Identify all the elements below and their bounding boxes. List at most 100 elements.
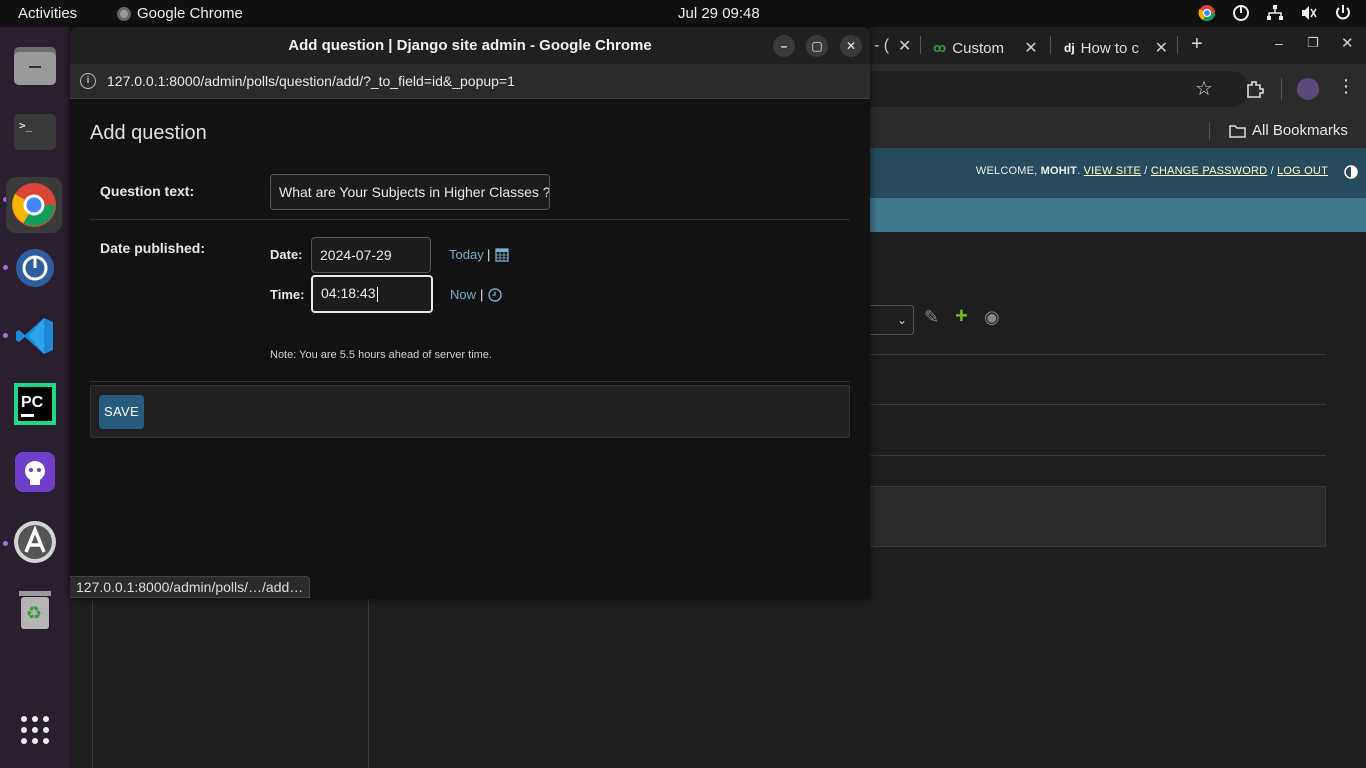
view-eye-icon[interactable]: ◉ [984,307,1000,328]
bookmarks-bar: All Bookmarks [869,114,1366,148]
popup-title-bar[interactable]: Add question | Django site admin - Googl… [70,27,870,64]
toolbar-divider [1281,78,1282,100]
extensions-icon[interactable] [1245,79,1265,99]
tab-label: How to c [1080,39,1140,57]
timer-app-icon[interactable] [12,245,58,291]
maximize-icon[interactable]: ❐ [1307,35,1319,51]
chrome-icon[interactable] [6,177,62,233]
date-label: Date: [270,247,303,262]
divider [869,404,1326,405]
profile-avatar[interactable] [1297,78,1319,100]
system-tray[interactable] [1198,4,1352,22]
terminal-icon[interactable]: >_ [12,109,58,155]
separator: | [480,287,484,302]
close-icon[interactable]: ✕ [840,35,862,57]
clock[interactable]: Jul 29 09:48 [678,5,760,22]
network-icon[interactable] [1266,4,1284,22]
clock-icon[interactable] [488,288,502,302]
related-select[interactable]: ⌄ [869,305,914,335]
svg-text:PC: PC [21,394,44,411]
divider [869,455,1326,456]
popup-url-bar[interactable]: i 127.0.0.1:8000/admin/polls/question/ad… [70,64,870,99]
menu-kebab-icon[interactable]: ⋮ [1337,76,1355,97]
separator: | [487,247,491,262]
edit-pencil-icon[interactable]: ✎ [924,307,939,328]
folder-icon [1229,124,1246,138]
chrome-small-icon [117,6,131,21]
add-question-form: Add question Question text: What are You… [70,99,870,599]
svg-text:>_: >_ [19,119,33,132]
tab-strip: - ( ✕ ꝏ Custom 7 ✕ dj How to c ✕ + – ❐ ✕ [869,27,1366,64]
minimize-icon[interactable]: – [1275,35,1283,51]
geeks-icon: ꝏ [933,41,947,55]
calendar-icon[interactable] [495,247,509,262]
app-grid-icon[interactable] [12,707,58,753]
change-password-link[interactable]: CHANGE PASSWORD [1151,165,1267,177]
files-icon[interactable] [12,42,58,88]
maximize-icon[interactable]: ▢ [806,35,828,57]
minimize-icon[interactable]: – [773,35,795,57]
view-site-link[interactable]: VIEW SITE [1084,165,1141,177]
tab-divider [1177,36,1178,54]
time-input[interactable]: 04:18:43 [311,275,433,313]
status-url: 127.0.0.1:8000/admin/polls/…/add… [76,579,304,595]
time-label: Time: [270,287,305,302]
row-divider [90,381,850,382]
django-admin-header: WELCOME, MOHIT. VIEW SITE / CHANGE PASSW… [869,148,1366,198]
date-input[interactable]: 2024-07-29 [311,237,431,273]
link-status-bar: 127.0.0.1:8000/admin/polls/…/add… [70,576,311,598]
separator: / [1141,165,1151,177]
app-menu-label: Google Chrome [137,5,243,22]
add-plus-icon[interactable]: + [955,303,968,329]
app-menu[interactable]: Google Chrome [117,5,243,22]
divider [869,354,1326,355]
separator: / [1267,165,1278,177]
log-out-link[interactable]: LOG OUT [1277,165,1328,177]
now-link[interactable]: Now [450,287,476,302]
bookmarks-divider [1209,122,1210,140]
theme-toggle-icon[interactable] [1344,165,1358,179]
today-link[interactable]: Today [449,247,484,262]
tab-close-icon[interactable]: ✕ [1155,38,1168,58]
submit-row: SAVE [90,385,850,438]
system-top-bar: Activities Google Chrome Jul 29 09:48 [0,0,1366,27]
volume-muted-icon[interactable] [1300,4,1318,22]
vscode-icon[interactable] [12,313,58,359]
new-tab-icon[interactable]: + [1191,33,1203,56]
timer-tray-icon[interactable] [1232,4,1250,22]
pycharm-icon[interactable]: PC [12,381,58,427]
save-button[interactable]: SAVE [99,395,144,429]
running-indicator [3,333,8,338]
bookmark-star-icon[interactable]: ☆ [1195,76,1213,101]
tab-how-to[interactable]: dj How to c ✕ [1064,38,1168,58]
question-text-label: Question text: [100,183,195,199]
trash-icon[interactable]: ♻ [12,587,58,633]
tab-close-icon[interactable]: ✕ [1024,38,1037,58]
tab-label: Custom 7 [952,39,1008,57]
time-value: 04:18:43 [321,285,376,301]
username: MOHIT [1040,165,1078,177]
user-tools: WELCOME, MOHIT. VIEW SITE / CHANGE PASSW… [976,165,1328,177]
tab-custom[interactable]: ꝏ Custom 7 ✕ [933,38,1038,58]
date-published-label: Date published: [100,240,206,256]
activities-button[interactable]: Activities [18,5,77,22]
power-icon[interactable] [1334,4,1352,22]
popup-url: 127.0.0.1:8000/admin/polls/question/add/… [107,73,515,89]
software-updater-icon[interactable] [12,519,58,565]
question-text-input[interactable]: What are Your Subjects in Higher Classes… [270,174,550,210]
github-desktop-icon[interactable] [12,449,58,495]
address-bar[interactable] [869,71,1249,107]
popup-window: Add question | Django site admin - Googl… [70,27,870,599]
breadcrumbs-bar [869,198,1366,232]
tab-divider [920,36,921,54]
close-window-icon[interactable]: ✕ [1341,34,1354,52]
running-indicator [3,541,8,546]
tab-close-icon[interactable]: ✕ [898,36,911,56]
django-icon: dj [1064,41,1075,55]
page-title: Add question [90,122,207,144]
site-info-icon[interactable]: i [80,73,96,89]
welcome-text: WELCOME, [975,165,1041,177]
chrome-tray-icon[interactable] [1198,4,1216,22]
browser-toolbar: ☆ ⋮ [869,64,1366,114]
all-bookmarks-button[interactable]: All Bookmarks [1229,122,1348,139]
